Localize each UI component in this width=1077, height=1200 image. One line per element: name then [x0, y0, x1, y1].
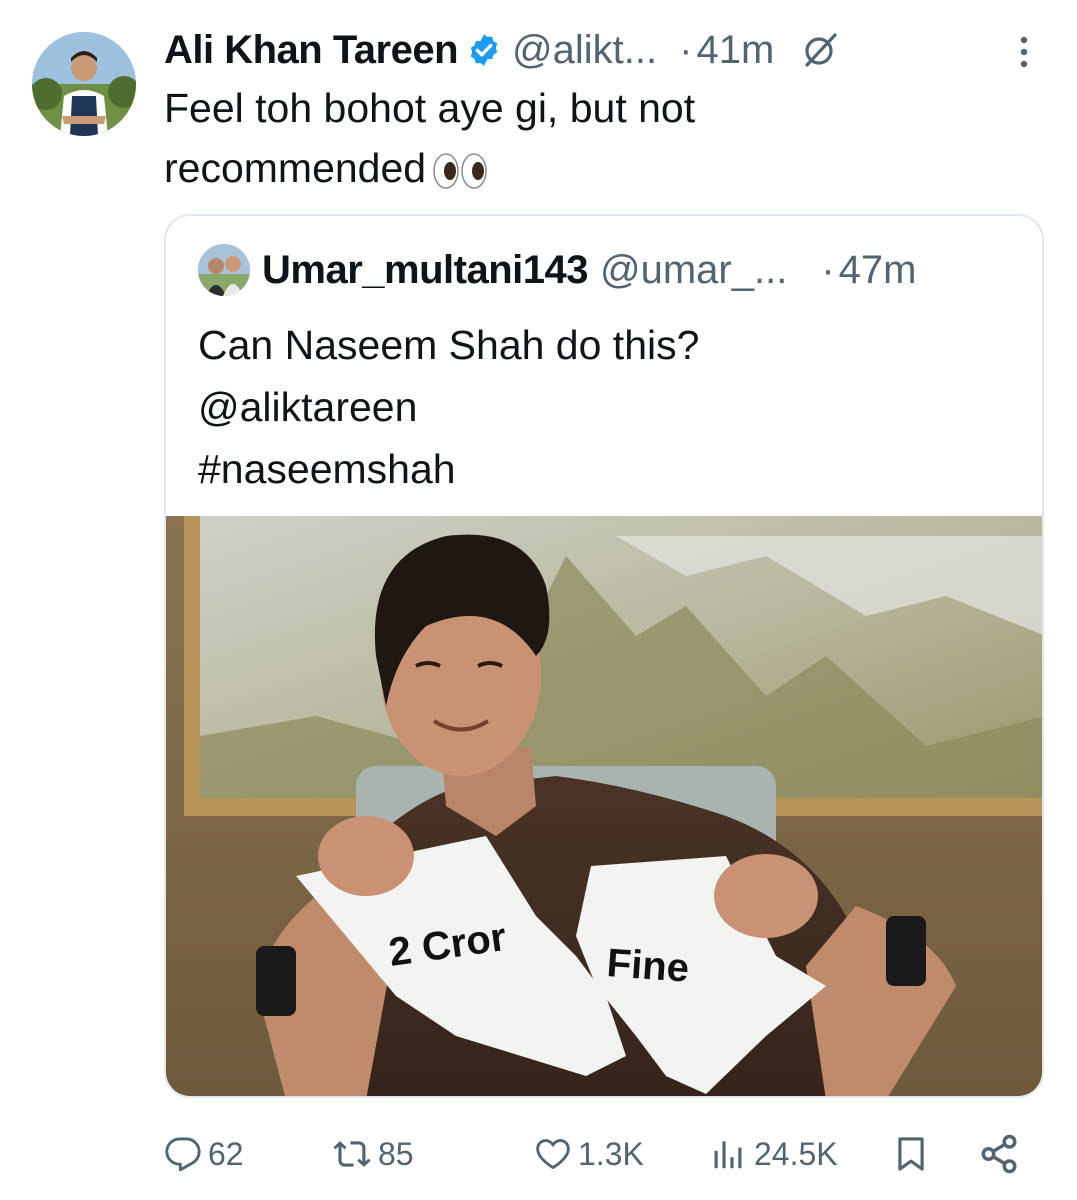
- share-icon: [978, 1133, 1020, 1175]
- repost-count: 85: [378, 1135, 414, 1172]
- author-avatar[interactable]: [32, 32, 136, 136]
- views-count: 24.5K: [754, 1135, 838, 1172]
- bookmark-icon: [892, 1134, 930, 1174]
- tweet-text-word: recommended: [164, 145, 427, 191]
- quoted-tweet-text: Can Naseem Shah do this? @aliktareen #na…: [198, 314, 699, 500]
- views-icon: [708, 1135, 748, 1173]
- repost-icon: [332, 1135, 372, 1173]
- quoted-author-avatar[interactable]: [198, 244, 250, 296]
- reply-count: 62: [208, 1135, 244, 1172]
- quoted-time-separator: ·: [821, 247, 835, 292]
- quoted-text-line: Can Naseem Shah do this?: [198, 322, 700, 368]
- tweet-timestamp[interactable]: 41m: [696, 28, 774, 73]
- quoted-mention[interactable]: @aliktareen: [198, 376, 699, 438]
- share-button[interactable]: [978, 1128, 1020, 1180]
- quoted-author-handle[interactable]: @umar_...: [600, 248, 787, 293]
- tweet-header: Ali Khan Tareen @alikt... · 41m: [164, 24, 1077, 76]
- bookmark-button[interactable]: [892, 1128, 930, 1180]
- tweet-text-line: Feel toh bohot aye gi, but not: [164, 85, 696, 131]
- like-count: 1.3K: [578, 1135, 644, 1172]
- author-name[interactable]: Ali Khan Tareen: [164, 28, 459, 73]
- eyes-emoji-icon: [432, 151, 488, 191]
- repost-button[interactable]: 85: [332, 1128, 414, 1180]
- views-button[interactable]: 24.5K: [708, 1128, 838, 1180]
- more-icon[interactable]: [1010, 34, 1038, 70]
- quoted-author-name[interactable]: Umar_multani143: [262, 248, 588, 293]
- quoted-media-image[interactable]: 2 Cror Fine: [166, 516, 1042, 1096]
- like-icon: [534, 1135, 572, 1173]
- time-separator: ·: [679, 27, 693, 72]
- quoted-tweet-header: Umar_multani143 @umar_... · 47m: [262, 244, 916, 296]
- tweet-text: Feel toh bohot aye gi, but not recommend…: [164, 78, 884, 198]
- image-text-right: Fine: [605, 941, 690, 991]
- verified-badge-icon: [466, 32, 502, 68]
- like-button[interactable]: 1.3K: [534, 1128, 644, 1180]
- grok-icon[interactable]: [800, 30, 840, 70]
- tweet-action-bar: 62 85 1.3K 24.5K: [164, 1128, 1044, 1180]
- reply-icon: [164, 1135, 202, 1173]
- quoted-timestamp[interactable]: 47m: [839, 248, 917, 293]
- author-handle[interactable]: @alikt...: [512, 28, 657, 73]
- reply-button[interactable]: 62: [164, 1128, 244, 1180]
- quoted-hashtag[interactable]: #naseemshah: [198, 438, 699, 500]
- quoted-tweet[interactable]: Umar_multani143 @umar_... · 47m Can Nase…: [164, 214, 1044, 1098]
- tweet-text-line: recommended: [164, 138, 884, 198]
